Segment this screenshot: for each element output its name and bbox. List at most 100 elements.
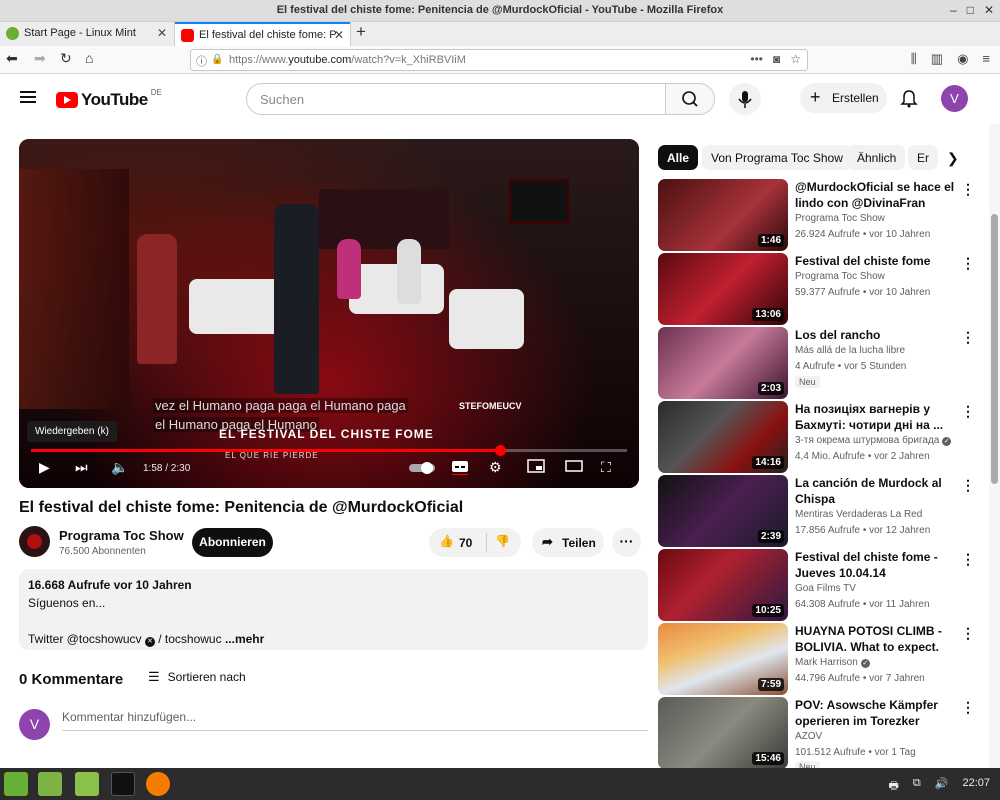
settings-gear-icon[interactable]: ⚙ xyxy=(489,459,502,476)
video-thumbnail[interactable]: 1:46 xyxy=(658,179,788,251)
chevron-right-icon[interactable]: ❯ xyxy=(947,150,959,167)
chip-partial[interactable]: Er xyxy=(908,145,938,170)
bookmark-star-icon[interactable]: ☆ xyxy=(790,52,801,66)
recommendation-title[interactable]: Festival del chiste fome xyxy=(795,253,960,269)
more-vert-icon[interactable]: ⋮ xyxy=(961,625,975,642)
scrollbar-thumb[interactable] xyxy=(991,214,998,484)
search-input[interactable]: Suchen xyxy=(246,83,666,115)
like-thumb-icon[interactable]: 👍 xyxy=(439,534,454,548)
recommendation-title[interactable]: La canción de Murdock al Chispa xyxy=(795,475,960,507)
recommendation-channel[interactable]: Más allá de la lucha libre xyxy=(795,345,905,356)
firefox-icon[interactable] xyxy=(146,772,170,796)
files-icon[interactable] xyxy=(75,772,99,796)
recommendation-title[interactable]: Festival del chiste fome - Jueves 10.04.… xyxy=(795,549,960,581)
recommendation-item[interactable]: 2:03 Los del rancho Más allá de la lucha… xyxy=(658,327,988,399)
sort-comments-button[interactable]: ☰ Sortieren nach xyxy=(148,669,246,685)
next-icon[interactable]: ⏭ xyxy=(75,459,88,476)
more-vert-icon[interactable]: ⋮ xyxy=(961,329,975,346)
back-icon[interactable]: ⬅ xyxy=(6,50,18,67)
maximize-icon[interactable]: □ xyxy=(967,3,974,17)
recommendation-item[interactable]: 1:46 @MurdockOficial se hace el lindo co… xyxy=(658,179,988,251)
search-button[interactable] xyxy=(665,83,715,115)
home-icon[interactable]: ⌂ xyxy=(85,50,93,66)
close-icon[interactable]: ✕ xyxy=(984,3,994,17)
close-tab-icon[interactable]: ✕ xyxy=(334,28,344,42)
more-vert-icon[interactable]: ⋮ xyxy=(961,255,975,272)
show-desktop-icon[interactable] xyxy=(38,772,62,796)
tab-start-page[interactable]: Start Page - Linux Mint ✕ xyxy=(0,22,173,46)
video-thumbnail[interactable]: 15:46 xyxy=(658,697,788,769)
channel-avatar[interactable] xyxy=(19,526,50,557)
recommendation-channel[interactable]: AZOV xyxy=(795,731,822,742)
menu-icon[interactable]: ≡ xyxy=(982,51,990,67)
printer-icon[interactable]: 🖶 xyxy=(889,777,899,796)
minimize-icon[interactable]: – xyxy=(950,3,957,17)
subtitles-icon[interactable] xyxy=(451,459,469,478)
voice-search-button[interactable] xyxy=(729,83,761,115)
library-icon[interactable]: ⫼ xyxy=(911,51,917,67)
recommendation-title[interactable]: HUAYNA POTOSI CLIMB - BOLIVIA. What to e… xyxy=(795,623,960,655)
clock[interactable]: 22:07 xyxy=(962,777,990,796)
recommendation-item[interactable]: 14:16 На позиціях вагнерів у Бахмуті: чо… xyxy=(658,401,988,473)
show-more-link[interactable]: ...mehr xyxy=(225,632,264,646)
video-thumbnail[interactable]: 7:59 xyxy=(658,623,788,695)
volume-tray-icon[interactable]: 🔊 xyxy=(935,777,949,796)
recommendation-channel[interactable]: Programa Toc Show xyxy=(795,271,885,282)
like-count[interactable]: 70 xyxy=(459,536,472,550)
chip-channel[interactable]: Von Programa Toc Show xyxy=(702,145,852,170)
recommendation-item[interactable]: 13:06 Festival del chiste fome Programa … xyxy=(658,253,988,325)
share-button[interactable]: ➦ Teilen xyxy=(532,528,604,557)
mint-menu-icon[interactable] xyxy=(4,772,28,796)
network-icon[interactable]: ⧉ xyxy=(913,777,921,796)
recommendation-channel[interactable]: Mentiras Verdaderas La Red xyxy=(795,509,922,520)
dislike-thumb-icon[interactable]: 👎 xyxy=(495,534,510,548)
page-actions-icon[interactable]: ••• xyxy=(750,52,763,66)
fullscreen-icon[interactable]: ⛶ xyxy=(601,459,611,476)
notifications-bell-icon[interactable] xyxy=(900,88,918,113)
video-thumbnail[interactable]: 2:39 xyxy=(658,475,788,547)
info-icon[interactable]: ⓘ xyxy=(196,53,207,69)
youtube-logo[interactable]: YouTube DE xyxy=(56,88,162,110)
recommendation-title[interactable]: POV: Asowsche Kämpfer operieren im Torez… xyxy=(795,697,960,729)
more-vert-icon[interactable]: ⋮ xyxy=(961,477,975,494)
more-vert-icon[interactable]: ⋮ xyxy=(961,551,975,568)
hamburger-menu-icon[interactable] xyxy=(20,91,36,103)
description-box[interactable]: 16.668 Aufrufe vor 10 Jahren Síguenos en… xyxy=(19,569,648,650)
miniplayer-icon[interactable] xyxy=(527,459,545,476)
sidebar-icon[interactable]: ▥ xyxy=(931,51,943,67)
comment-input[interactable]: Kommentar hinzufügen... xyxy=(62,709,648,731)
subscribe-button[interactable]: Abonnieren xyxy=(192,528,273,557)
progress-bar[interactable] xyxy=(31,445,627,456)
video-thumbnail[interactable]: 14:16 xyxy=(658,401,788,473)
chip-all[interactable]: Alle xyxy=(658,145,699,170)
recommendation-item[interactable]: 2:39 La canción de Murdock al Chispa Men… xyxy=(658,475,988,547)
create-button[interactable]: + Erstellen xyxy=(800,83,887,113)
recommendation-item[interactable]: 10:25 Festival del chiste fome - Jueves … xyxy=(658,549,988,621)
video-thumbnail[interactable]: 10:25 xyxy=(658,549,788,621)
new-tab-icon[interactable]: + xyxy=(356,22,366,42)
account-icon[interactable]: ◉ xyxy=(957,51,968,67)
recommendation-title[interactable]: Los del rancho xyxy=(795,327,960,343)
close-tab-icon[interactable]: ✕ xyxy=(157,26,167,40)
channel-name[interactable]: Programa Toc Show xyxy=(59,528,184,543)
volume-icon[interactable]: 🔈 xyxy=(111,459,128,476)
video-thumbnail[interactable]: 2:03 xyxy=(658,327,788,399)
recommendation-channel[interactable]: Goa Films TV xyxy=(795,583,856,594)
video-thumbnail[interactable]: 13:06 xyxy=(658,253,788,325)
more-vert-icon[interactable]: ⋮ xyxy=(961,699,975,716)
recommendation-title[interactable]: @MurdockOficial se hace el lindo con @Di… xyxy=(795,179,960,211)
more-vert-icon[interactable]: ⋮ xyxy=(961,403,975,420)
recommendation-title[interactable]: На позиціях вагнерів у Бахмуті: чотири д… xyxy=(795,401,960,433)
recommendation-channel[interactable]: Programa Toc Show xyxy=(795,213,885,224)
account-avatar[interactable]: V xyxy=(941,85,968,112)
play-icon[interactable]: ▶ xyxy=(39,459,50,476)
theater-mode-icon[interactable] xyxy=(565,459,583,476)
recommendation-channel[interactable]: 3-тя окрема штурмова бригада ✓ xyxy=(795,435,952,446)
recommendation-item[interactable]: 7:59 HUAYNA POTOSI CLIMB - BOLIVIA. What… xyxy=(658,623,988,695)
more-vert-icon[interactable]: ⋮ xyxy=(961,181,975,198)
autoplay-toggle[interactable] xyxy=(409,461,435,478)
recommendation-item[interactable]: 15:46 POV: Asowsche Kämpfer operieren im… xyxy=(658,697,988,773)
scrubber-handle[interactable] xyxy=(495,445,507,456)
reload-icon[interactable]: ↻ xyxy=(60,50,72,67)
terminal-icon[interactable] xyxy=(111,772,135,796)
